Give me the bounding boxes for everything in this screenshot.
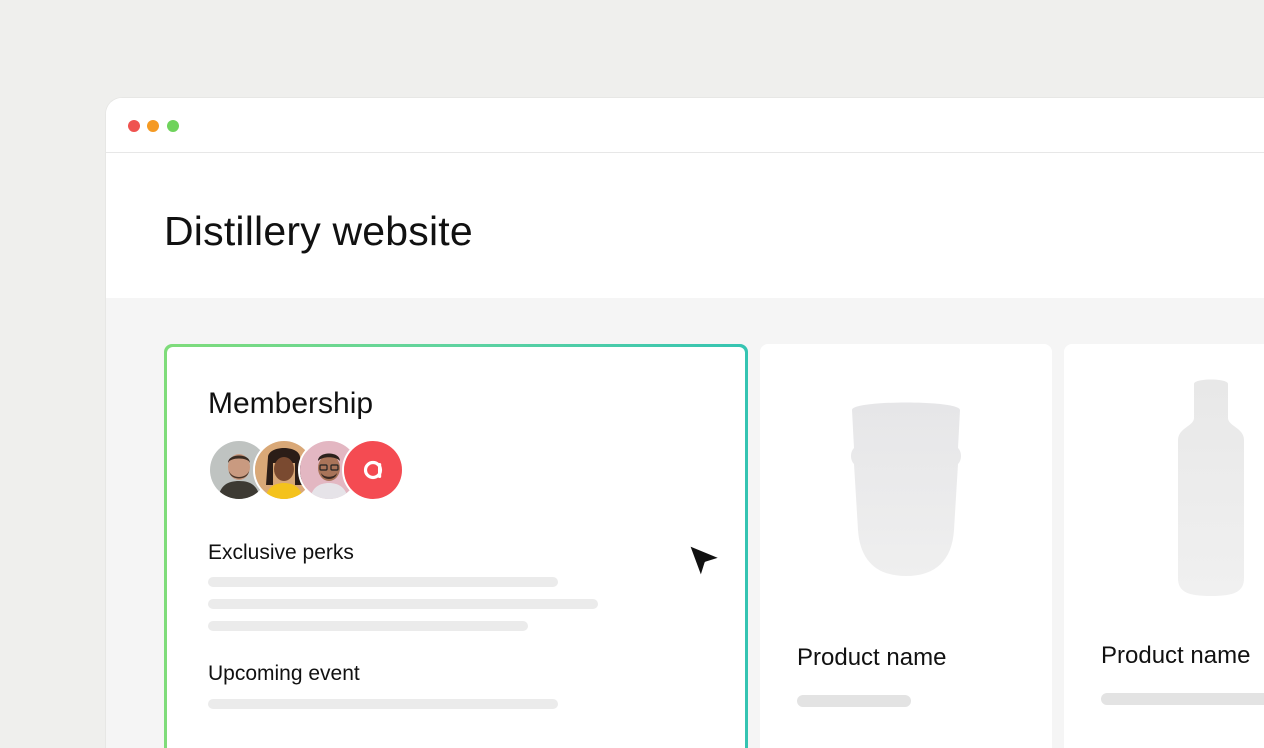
product-price-placeholder	[1101, 693, 1264, 705]
mouse-pointer-icon	[684, 540, 728, 584]
product-card[interactable]: Product name	[1064, 344, 1264, 748]
page-header: Distillery website	[106, 154, 1264, 298]
placeholder-line	[208, 699, 558, 709]
content-area: Membership Exclusive perks Upcoming even…	[106, 298, 1264, 748]
minimize-window-button[interactable]	[147, 120, 159, 132]
membership-card[interactable]: Membership Exclusive perks Upcoming even…	[164, 344, 748, 748]
browser-window: Distillery website Membership Exclusive …	[106, 98, 1264, 748]
placeholder-line	[208, 599, 598, 609]
maximize-window-button[interactable]	[167, 120, 179, 132]
glass-tumbler-icon	[846, 400, 966, 585]
exclusive-perks-label: Exclusive perks	[208, 541, 354, 564]
membership-card-title: Membership	[208, 387, 374, 420]
product-card[interactable]: Product name	[760, 344, 1052, 748]
product-price-placeholder	[797, 695, 911, 707]
page-title: Distillery website	[164, 208, 473, 254]
product-name: Product name	[1101, 642, 1251, 669]
window-titlebar	[106, 98, 1264, 153]
member-avatar-group	[208, 439, 428, 501]
membership-card-body: Membership Exclusive perks Upcoming even…	[167, 347, 745, 748]
bottle-icon	[1174, 378, 1248, 603]
close-window-button[interactable]	[128, 120, 140, 132]
brand-logo-avatar	[342, 439, 404, 501]
placeholder-line	[208, 577, 558, 587]
upcoming-event-label: Upcoming event	[208, 662, 360, 685]
brand-logo-icon	[344, 441, 402, 499]
product-name: Product name	[797, 644, 947, 671]
placeholder-line	[208, 621, 528, 631]
